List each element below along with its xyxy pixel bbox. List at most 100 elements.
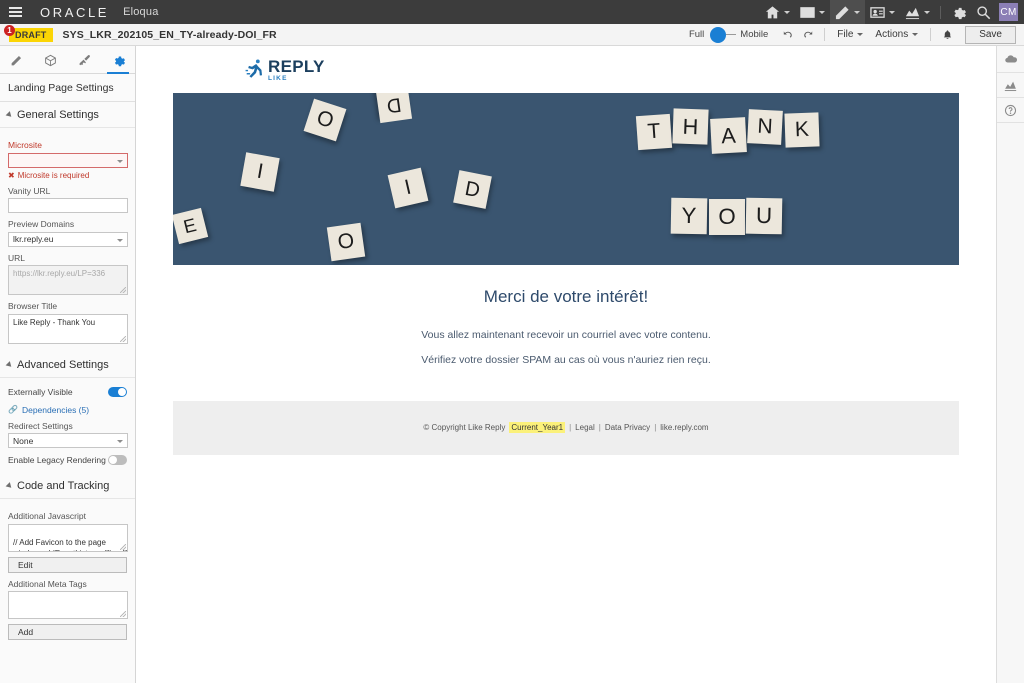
gear-icon	[114, 55, 125, 66]
externally-visible-row: Externally Visible	[8, 386, 127, 397]
oracle-brand-logo: ORACLE	[40, 4, 110, 20]
section-general-settings[interactable]: General Settings	[0, 102, 135, 128]
additional-javascript-value: // Add Favicon to the page window.addEve…	[13, 538, 127, 550]
chevron-down-icon	[784, 10, 790, 14]
tab-content[interactable]	[0, 46, 34, 74]
redirect-settings-select[interactable]: None	[8, 433, 128, 448]
letter-tile: E	[173, 207, 209, 244]
footer-separator: |	[598, 423, 601, 432]
externally-visible-toggle[interactable]	[108, 386, 127, 397]
dependencies-link[interactable]: 🔗 Dependencies (5)	[8, 405, 127, 415]
section-general-heading: General Settings	[17, 109, 99, 121]
help-button[interactable]	[997, 98, 1024, 123]
settings-sidebar: Landing Page Settings General Settings M…	[0, 46, 136, 683]
landing-page-logo-block[interactable]: REPLY LIKE	[167, 46, 965, 93]
file-menu-button[interactable]: File	[831, 29, 869, 40]
paintbrush-icon	[79, 54, 90, 65]
tab-style[interactable]	[68, 46, 102, 74]
letter-tile: T	[635, 113, 673, 150]
home-nav-item[interactable]	[760, 0, 795, 24]
notification-count-badge: 1	[4, 25, 15, 36]
chevron-down-icon	[857, 33, 864, 36]
redo-button[interactable]	[798, 26, 818, 44]
page-title: SYS_LKR_202105_EN_TY-already-DOI_FR	[62, 28, 277, 41]
merge-field-current-year[interactable]: Current_Year1	[509, 422, 566, 433]
landing-page-canvas[interactable]: REPLY LIKE EIOODIDTHANKYOU Merci de votr…	[136, 46, 996, 683]
apps-nav-item[interactable]	[795, 0, 830, 24]
save-button[interactable]: Save	[965, 25, 1016, 44]
chain-link-icon: 🔗	[8, 405, 18, 414]
notifications-button[interactable]	[937, 26, 957, 44]
help-question-icon	[1004, 104, 1017, 116]
browser-title-textarea[interactable]: Like Reply - Thank You	[8, 313, 128, 344]
footer-link-data-privacy[interactable]: Data Privacy	[605, 423, 650, 432]
gear-icon	[954, 7, 966, 19]
cloud-icon	[1004, 55, 1017, 63]
user-avatar[interactable]: CM	[999, 3, 1018, 21]
edit-nav-item[interactable]	[830, 0, 865, 24]
legacy-rendering-toggle[interactable]	[108, 455, 127, 465]
footer-link-legal[interactable]: Legal	[575, 423, 595, 432]
preview-domains-select[interactable]: lkr.reply.eu	[8, 231, 128, 247]
undo-button[interactable]	[778, 26, 798, 44]
body-paragraph-1: Vous allez maintenant recevoir un courri…	[421, 328, 711, 341]
letter-tile: I	[240, 151, 280, 192]
resize-grip-icon	[120, 543, 126, 550]
microsite-label: Microsite	[8, 140, 43, 150]
footer-copyright: © Copyright Like Reply	[423, 423, 506, 432]
contacts-nav-item[interactable]	[865, 0, 900, 24]
section-advanced-settings[interactable]: Advanced Settings	[0, 351, 135, 378]
vanity-url-label: Vanity URL	[8, 185, 51, 196]
hamburger-menu-icon[interactable]	[0, 0, 30, 24]
reports-chart-icon	[905, 7, 920, 19]
grid-apps-icon	[800, 6, 815, 18]
document-toolbar-actions: Full Mobile File Actions Save	[688, 25, 1024, 44]
microsite-select[interactable]	[8, 152, 128, 168]
hero-image[interactable]: EIOODIDTHANKYOU	[173, 92, 959, 265]
edit-pencil-icon	[835, 5, 849, 19]
file-menu-label: File	[837, 29, 854, 40]
settings-nav-item[interactable]	[946, 0, 971, 24]
landing-page-footer[interactable]: © Copyright Like Reply Current_Year1 | L…	[173, 400, 959, 455]
edit-javascript-button[interactable]: Edit	[8, 556, 127, 573]
additional-javascript-label: Additional Javascript	[8, 511, 86, 521]
add-meta-tag-button[interactable]: Add	[8, 624, 127, 640]
chevron-down-icon	[889, 10, 895, 14]
footer-line: © Copyright Like Reply Current_Year1 | L…	[423, 422, 709, 433]
collapse-triangle-icon	[5, 111, 14, 119]
url-value: https://lkr.reply.eu/LP=336	[13, 269, 106, 278]
toolbar-divider	[940, 5, 941, 19]
analytics-chart-icon	[1004, 81, 1017, 91]
footer-separator: |	[654, 423, 657, 432]
vanity-url-input[interactable]	[8, 198, 128, 213]
section-advanced-heading: Advanced Settings	[17, 358, 109, 371]
letter-tile: D	[375, 92, 413, 123]
actions-menu-button[interactable]: Actions	[869, 29, 924, 40]
resize-grip-icon	[120, 287, 126, 293]
letter-tile: O	[326, 222, 366, 261]
right-utility-rail	[996, 46, 1024, 683]
cube-icon	[45, 54, 56, 66]
view-mode-toggle[interactable]	[710, 26, 727, 43]
letter-tile: K	[784, 111, 820, 148]
tab-components[interactable]	[34, 46, 68, 74]
letter-tile: I	[387, 167, 429, 208]
error-x-icon: ✖	[8, 170, 15, 180]
footer-link-website[interactable]: like.reply.com	[660, 423, 708, 432]
view-full-label: Full	[688, 29, 705, 40]
toggle-knob	[118, 387, 126, 396]
section-code-tracking[interactable]: Code and Tracking	[0, 473, 135, 499]
document-toolbar: 1 DRAFT SYS_LKR_202105_EN_TY-already-DOI…	[0, 24, 1024, 46]
tab-settings[interactable]	[101, 46, 135, 74]
global-search-button[interactable]	[971, 0, 996, 24]
additional-meta-tags-textarea[interactable]	[8, 591, 128, 619]
resize-grip-icon	[120, 611, 126, 617]
additional-javascript-textarea[interactable]: // Add Favicon to the page window.addEve…	[8, 523, 128, 552]
reports-nav-item[interactable]	[900, 0, 935, 24]
cloud-button[interactable]	[997, 48, 1024, 73]
letter-tile: Y	[670, 197, 708, 234]
analytics-button[interactable]	[997, 73, 1024, 98]
legacy-rendering-label: Enable Legacy Rendering	[8, 455, 106, 465]
undo-arrow-icon	[784, 30, 793, 38]
section-code-heading: Code and Tracking	[17, 480, 110, 492]
